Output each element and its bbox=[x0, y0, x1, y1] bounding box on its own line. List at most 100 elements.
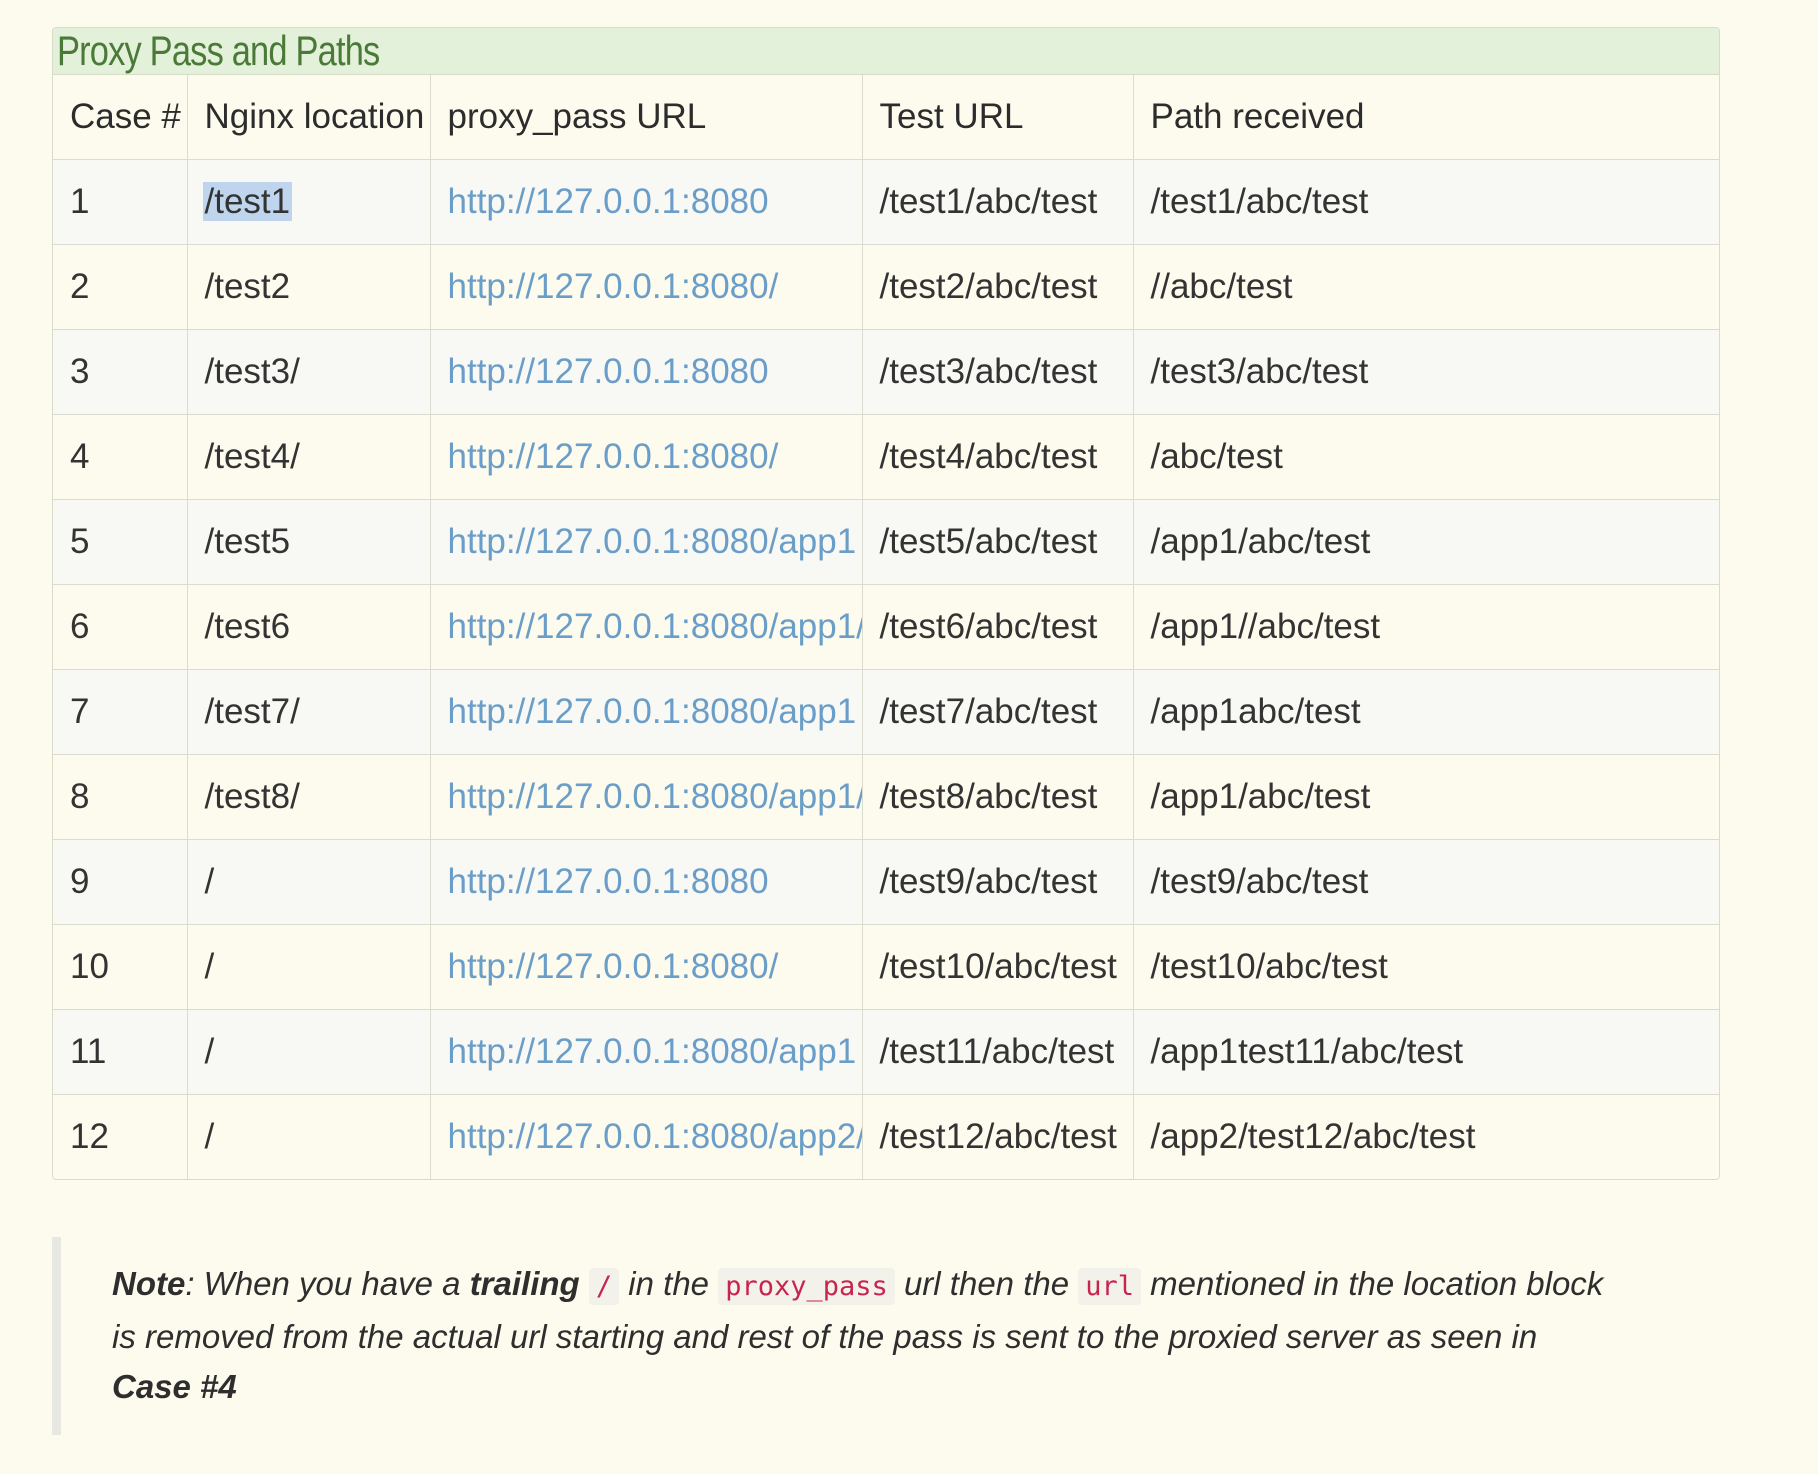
note-text: in the bbox=[619, 1265, 719, 1302]
cell-location: /test2 bbox=[187, 244, 431, 330]
cell-path-received: /test1/abc/test bbox=[1133, 159, 1719, 245]
cell-case: 11 bbox=[53, 1009, 188, 1095]
cell-path-received: /abc/test bbox=[1133, 414, 1719, 500]
table-caption-text: Proxy Pass and Paths bbox=[57, 27, 380, 74]
cell-case: 4 bbox=[53, 414, 188, 500]
cell-case: 8 bbox=[53, 754, 188, 840]
cell-proxy-pass: http://127.0.0.1:8080/ bbox=[430, 244, 863, 330]
cell-proxy-pass: http://127.0.0.1:8080/app1/ bbox=[430, 584, 863, 670]
cell-test-url: /test5/abc/test bbox=[862, 499, 1134, 585]
proxy-pass-link[interactable]: http://127.0.0.1:8080/app1/ bbox=[448, 607, 862, 646]
cell-path-received: /test10/abc/test bbox=[1133, 924, 1719, 1010]
note-text bbox=[580, 1265, 589, 1302]
cell-case: 5 bbox=[53, 499, 188, 585]
proxy-pass-link[interactable]: http://127.0.0.1:8080/app1/ bbox=[448, 777, 862, 816]
cell-proxy-pass: http://127.0.0.1:8080/app1 bbox=[430, 669, 863, 755]
cell-proxy-pass: http://127.0.0.1:8080/ bbox=[430, 924, 863, 1010]
proxy-pass-link[interactable]: http://127.0.0.1:8080/app2/ bbox=[448, 1117, 862, 1156]
cell-test-url: /test1/abc/test bbox=[862, 159, 1134, 245]
header-nginx-location: Nginx location bbox=[187, 75, 431, 160]
proxy-pass-link[interactable]: http://127.0.0.1:8080/app1 bbox=[448, 1032, 857, 1071]
table-row: 10 / http://127.0.0.1:8080/ /test10/abc/… bbox=[53, 924, 1719, 1010]
cell-case: 1 bbox=[53, 159, 188, 245]
cell-proxy-pass: http://127.0.0.1:8080 bbox=[430, 329, 863, 415]
cell-case: 7 bbox=[53, 669, 188, 755]
table-row: 8 /test8/ http://127.0.0.1:8080/app1/ /t… bbox=[53, 754, 1719, 840]
cell-location: /test1 bbox=[187, 159, 431, 245]
cell-case: 9 bbox=[53, 839, 188, 925]
cell-case: 3 bbox=[53, 329, 188, 415]
cell-location: /test7/ bbox=[187, 669, 431, 755]
cell-path-received: /app1abc/test bbox=[1133, 669, 1719, 755]
proxy-pass-link[interactable]: http://127.0.0.1:8080 bbox=[448, 862, 769, 901]
cell-test-url: /test10/abc/test bbox=[862, 924, 1134, 1010]
cell-test-url: /test7/abc/test bbox=[862, 669, 1134, 755]
cell-location: /test6 bbox=[187, 584, 431, 670]
cell-proxy-pass: http://127.0.0.1:8080/app1/ bbox=[430, 754, 863, 840]
cell-path-received: /test9/abc/test bbox=[1133, 839, 1719, 925]
cell-location: /test3/ bbox=[187, 329, 431, 415]
table-header-row: Case # Nginx location proxy_pass URL Tes… bbox=[53, 75, 1719, 160]
table-row: 9 / http://127.0.0.1:8080 /test9/abc/tes… bbox=[53, 839, 1719, 925]
cell-test-url: /test4/abc/test bbox=[862, 414, 1134, 500]
proxy-pass-table-container: Proxy Pass and Paths Case # Nginx locati… bbox=[52, 27, 1720, 1180]
cell-case: 10 bbox=[53, 924, 188, 1010]
cell-location: / bbox=[187, 924, 431, 1010]
header-test-url: Test URL bbox=[862, 75, 1134, 160]
cell-case: 2 bbox=[53, 244, 188, 330]
table-body: 1 /test1 http://127.0.0.1:8080 /test1/ab… bbox=[53, 159, 1719, 1179]
inline-code-proxy-pass: proxy_pass bbox=[718, 1268, 895, 1305]
cell-proxy-pass: http://127.0.0.1:8080/app2/ bbox=[430, 1094, 863, 1179]
cell-location: /test5 bbox=[187, 499, 431, 585]
note-bold-case: Case #4 bbox=[112, 1368, 237, 1405]
cell-test-url: /test9/abc/test bbox=[862, 839, 1134, 925]
cell-path-received: /app1/abc/test bbox=[1133, 754, 1719, 840]
table-row: 2 /test2 http://127.0.0.1:8080/ /test2/a… bbox=[53, 244, 1719, 330]
table-row: 6 /test6 http://127.0.0.1:8080/app1/ /te… bbox=[53, 584, 1719, 670]
note-label: Note bbox=[112, 1265, 186, 1302]
table-row: 1 /test1 http://127.0.0.1:8080 /test1/ab… bbox=[53, 159, 1719, 245]
cell-test-url: /test12/abc/test bbox=[862, 1094, 1134, 1179]
note-text: url then the bbox=[894, 1265, 1079, 1302]
cell-test-url: /test6/abc/test bbox=[862, 584, 1134, 670]
selected-text[interactable]: /test1 bbox=[202, 182, 293, 221]
inline-code-url: url bbox=[1078, 1268, 1142, 1305]
table-row: 5 /test5 http://127.0.0.1:8080/app1 /tes… bbox=[53, 499, 1719, 585]
cell-test-url: /test11/abc/test bbox=[862, 1009, 1134, 1095]
proxy-pass-link[interactable]: http://127.0.0.1:8080/app1 bbox=[448, 522, 857, 561]
cell-proxy-pass: http://127.0.0.1:8080/app1 bbox=[430, 499, 863, 585]
cell-proxy-pass: http://127.0.0.1:8080/ bbox=[430, 414, 863, 500]
cell-proxy-pass: http://127.0.0.1:8080 bbox=[430, 839, 863, 925]
table-row: 7 /test7/ http://127.0.0.1:8080/app1 /te… bbox=[53, 669, 1719, 755]
cell-proxy-pass: http://127.0.0.1:8080/app1 bbox=[430, 1009, 863, 1095]
cell-proxy-pass: http://127.0.0.1:8080 bbox=[430, 159, 863, 245]
cell-location: / bbox=[187, 1094, 431, 1179]
cell-path-received: /test3/abc/test bbox=[1133, 329, 1719, 415]
cell-location: /test4/ bbox=[187, 414, 431, 500]
cell-case: 12 bbox=[53, 1094, 188, 1179]
cell-location: / bbox=[187, 839, 431, 925]
table-row: 3 /test3/ http://127.0.0.1:8080 /test3/a… bbox=[53, 329, 1719, 415]
cell-test-url: /test3/abc/test bbox=[862, 329, 1134, 415]
note-bold-trailing: trailing bbox=[469, 1265, 580, 1302]
proxy-pass-link[interactable]: http://127.0.0.1:8080/ bbox=[448, 437, 779, 476]
cell-path-received: /app1//abc/test bbox=[1133, 584, 1719, 670]
proxy-pass-link[interactable]: http://127.0.0.1:8080 bbox=[448, 182, 769, 221]
cell-location: / bbox=[187, 1009, 431, 1095]
cell-test-url: /test2/abc/test bbox=[862, 244, 1134, 330]
cell-location: /test8/ bbox=[187, 754, 431, 840]
cell-case: 6 bbox=[53, 584, 188, 670]
proxy-pass-link[interactable]: http://127.0.0.1:8080 bbox=[448, 352, 769, 391]
header-path-received: Path received bbox=[1133, 75, 1719, 160]
inline-code-slash: / bbox=[588, 1268, 620, 1305]
cell-test-url: /test8/abc/test bbox=[862, 754, 1134, 840]
table-row: 4 /test4/ http://127.0.0.1:8080/ /test4/… bbox=[53, 414, 1719, 500]
note-text: : When you have a bbox=[185, 1265, 470, 1302]
proxy-pass-link[interactable]: http://127.0.0.1:8080/ bbox=[448, 267, 779, 306]
proxy-pass-link[interactable]: http://127.0.0.1:8080/app1 bbox=[448, 692, 857, 731]
header-case: Case # bbox=[53, 75, 188, 160]
note-blockquote: Note: When you have a trailing / in the … bbox=[52, 1237, 1652, 1435]
cell-path-received: /app1test11/abc/test bbox=[1133, 1009, 1719, 1095]
table-row: 12 / http://127.0.0.1:8080/app2/ /test12… bbox=[53, 1094, 1719, 1179]
proxy-pass-link[interactable]: http://127.0.0.1:8080/ bbox=[448, 947, 779, 986]
